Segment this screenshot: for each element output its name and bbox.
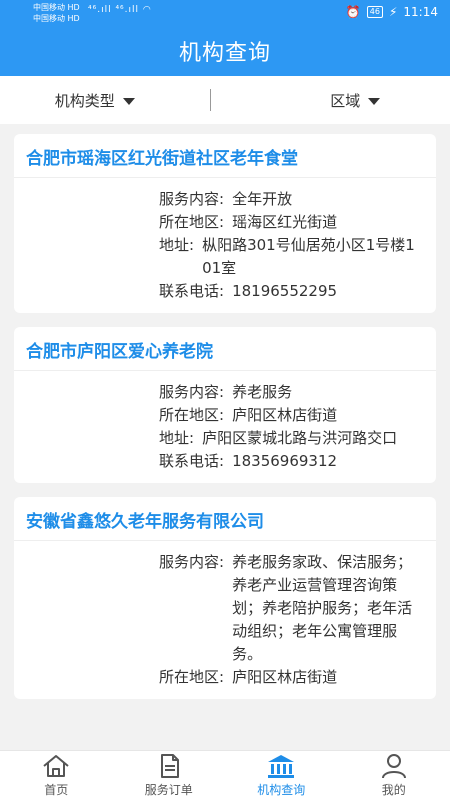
tab-label: 首页 (44, 783, 69, 797)
filter-bar: 机构类型 区域 (0, 76, 450, 124)
bottom-tab-bar: 首页 服务订单 机构查询 我的 (0, 750, 450, 800)
region-filter[interactable]: 区域 (211, 90, 450, 111)
app-bar: 机构查询 (0, 26, 450, 76)
institution-type-label: 机构类型 (54, 91, 115, 110)
tab-me[interactable]: 我的 (338, 751, 450, 800)
institution-card[interactable]: 安徽省鑫悠久老年服务有限公司 服务内容: 养老服务家政、保洁服务；养老产业运营管理… (14, 497, 436, 699)
service-value: 全年开放 (232, 190, 293, 208)
area-value: 庐阳区林店街道 (232, 668, 338, 686)
signal-icon: ⁴⁶.ıll ⁴⁶.ıll ◠ (88, 5, 152, 15)
service-value: 养老服务家政、保洁服务；养老产业运营管理咨询策划；养老陪护服务；老年活动组织；老… (232, 553, 413, 663)
address-label: 地址: (159, 236, 195, 254)
status-time: 11:14 (403, 5, 438, 19)
caret-down-icon (368, 97, 381, 105)
institution-name: 合肥市庐阳区爱心养老院 (14, 327, 436, 371)
institution-card[interactable]: 合肥市瑶海区红光街道社区老年食堂 服务内容: 全年开放 所在地区: 瑶海区红光街道 … (14, 134, 436, 313)
institution-type-filter[interactable]: 机构类型 (0, 90, 210, 111)
area-label: 所在地区: (159, 406, 225, 424)
page-title: 机构查询 (178, 41, 271, 66)
user-icon (381, 754, 406, 779)
address-label: 地址: (159, 429, 195, 447)
phone-label: 联系电话: (159, 452, 225, 470)
area-value: 庐阳区林店街道 (232, 406, 338, 424)
institution-card[interactable]: 合肥市庐阳区爱心养老院 服务内容: 养老服务 所在地区: 庐阳区林店街道 地址: 庐阳… (14, 327, 436, 483)
battery-level: 46 (369, 7, 380, 16)
tab-label: 服务订单 (144, 783, 193, 797)
carrier-2: 中国移动 HD (33, 14, 80, 23)
document-icon (160, 754, 179, 778)
carrier-1: 中国移动 HD (33, 3, 80, 12)
area-value: 瑶海区红光街道 (232, 213, 338, 231)
charging-icon: ⚡ (388, 5, 398, 19)
phone-value[interactable]: 18196552295 (232, 280, 424, 303)
home-icon (43, 755, 69, 777)
phone-label: 联系电话: (159, 282, 225, 300)
tab-service-orders[interactable]: 服务订单 (113, 751, 226, 800)
battery-icon: 46 (366, 6, 383, 18)
area-label: 所在地区: (159, 668, 225, 686)
status-bar: 中国移动 HD 中国移动 HD ⁴⁶.ıll ⁴⁶.ıll ◠ ⏰ 46 ⚡ 1… (0, 0, 450, 26)
address-value: 庐阳区蒙城北路与洪河路交口 (202, 429, 398, 447)
wifi-icon: ◠ (142, 5, 152, 15)
service-label: 服务内容: (159, 383, 225, 401)
status-right: ⏰ 46 ⚡ 11:14 (346, 5, 438, 19)
institution-name: 合肥市瑶海区红光街道社区老年食堂 (14, 134, 436, 178)
caret-down-icon (122, 97, 135, 105)
signal-text: ⁴⁶.ıll ⁴⁶.ıll (88, 5, 140, 15)
service-value: 养老服务 (232, 383, 293, 401)
tab-label: 机构查询 (257, 783, 306, 797)
address-value: 枞阳路301号仙居苑小区1号楼101室 (202, 236, 415, 277)
tab-home[interactable]: 首页 (0, 751, 113, 800)
phone-value[interactable]: 18356969312 (232, 450, 424, 473)
institution-icon (268, 755, 295, 778)
institution-list[interactable]: 合肥市瑶海区红光街道社区老年食堂 服务内容: 全年开放 所在地区: 瑶海区红光街道 … (14, 134, 436, 750)
institution-name: 安徽省鑫悠久老年服务有限公司 (14, 497, 436, 541)
region-label: 区域 (330, 91, 361, 110)
tab-institution-search[interactable]: 机构查询 (225, 751, 338, 800)
service-label: 服务内容: (159, 553, 225, 571)
alarm-icon: ⏰ (345, 5, 361, 19)
tab-label: 我的 (381, 783, 406, 797)
service-label: 服务内容: (159, 190, 225, 208)
area-label: 所在地区: (159, 213, 225, 231)
carrier-info: 中国移动 HD 中国移动 HD (33, 2, 80, 24)
